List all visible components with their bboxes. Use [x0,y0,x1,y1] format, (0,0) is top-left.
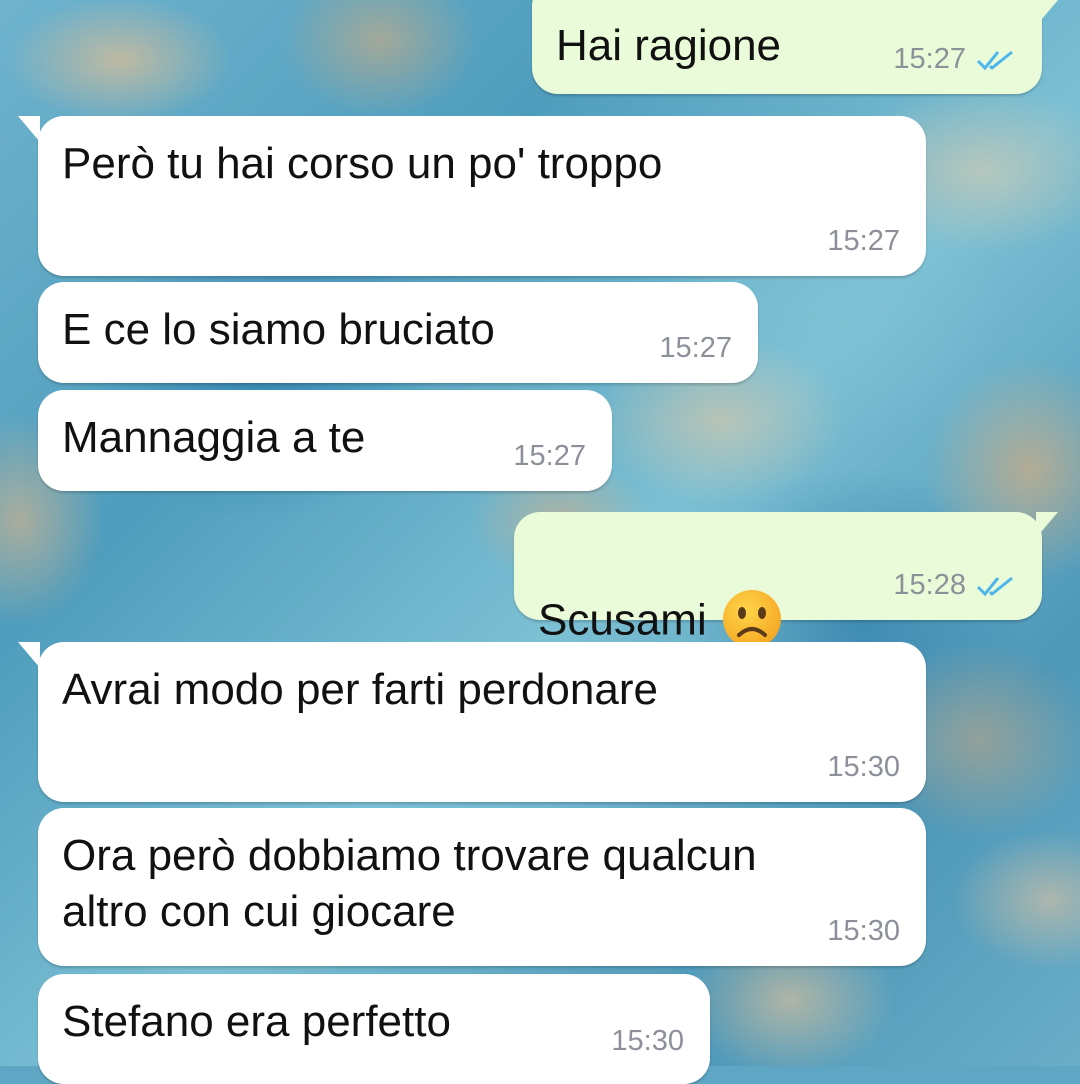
bubble-tail [1036,512,1058,538]
message-meta: 15:27 [513,440,586,473]
frowning-face-emoji-icon [722,590,781,648]
message-bubble-incoming[interactable]: Ora però dobbiamo trovare qualcun altro … [38,808,926,966]
bubble-tail [1036,0,1058,26]
message-bubble-incoming[interactable]: E ce lo siamo bruciato 15:27 [38,282,758,383]
message-time: 15:30 [611,1025,684,1057]
message-text: Scusami [538,536,783,654]
message-time: 15:27 [893,43,966,75]
message-time: 15:28 [893,569,966,601]
double-check-icon [976,50,1013,70]
message-text: Mannaggia a te [62,413,366,462]
message-meta: 15:30 [827,751,900,784]
double-check-icon [976,576,1013,596]
message-time: 15:27 [659,332,732,364]
message-bubble-incoming[interactable]: Però tu hai corso un po' troppo 15:27 [38,116,926,276]
message-text: Però tu hai corso un po' troppo [62,139,663,188]
message-text-content: Scusami [538,595,707,645]
message-bubble-outgoing[interactable]: Hai ragione 15:27 [532,0,1042,94]
message-bubble-outgoing[interactable]: Scusami 15:28 [514,512,1042,648]
message-time: 15:30 [827,751,900,783]
message-time: 15:30 [827,915,900,947]
message-text: Avrai modo per farti perdonare [62,665,658,714]
message-text: Stefano era perfetto [62,997,451,1046]
message-meta: 15:30 [611,1025,684,1058]
message-text: Ora però dobbiamo trovare qualcun altro … [62,831,757,936]
message-bubble-incoming[interactable]: Stefano era perfetto 15:30 [38,974,710,1084]
bubble-tail [18,116,40,142]
message-meta: 15:30 [827,915,900,948]
message-meta: 15:27 [827,225,900,258]
message-text: E ce lo siamo bruciato [62,305,495,354]
message-meta: 15:28 [893,569,1016,602]
message-bubble-incoming[interactable]: Avrai modo per farti perdonare 15:30 [38,642,926,802]
message-meta: 15:27 [893,43,1016,76]
bubble-tail [18,642,40,668]
message-time: 15:27 [513,440,586,472]
message-text: Hai ragione [556,21,782,70]
message-time: 15:27 [827,225,900,257]
message-bubble-incoming[interactable]: Mannaggia a te 15:27 [38,390,612,491]
message-meta: 15:27 [659,332,732,365]
